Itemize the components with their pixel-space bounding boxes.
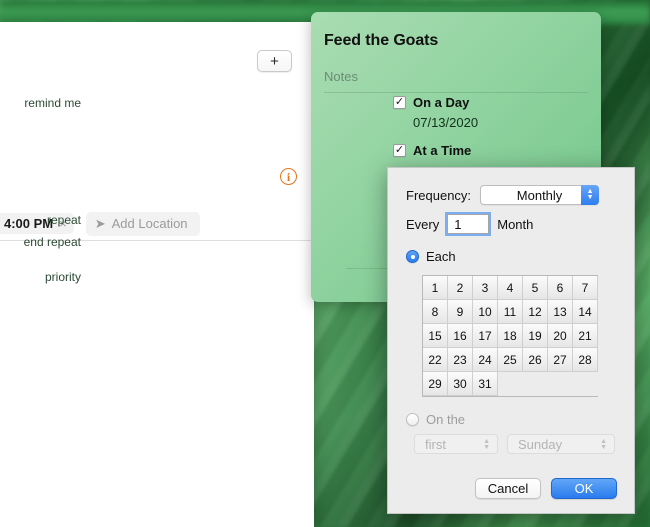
plus-icon: + (270, 52, 279, 70)
day-cell-empty (523, 372, 548, 396)
day-cell-1[interactable]: 1 (423, 276, 448, 300)
chevron-updown-icon: ▲ ▼ (483, 435, 490, 455)
day-cell-15[interactable]: 15 (423, 324, 448, 348)
on-the-radio-row[interactable]: On the (406, 412, 465, 427)
on-the-selects-row: first ▲ ▼ Sunday ▲ ▼ (414, 434, 615, 454)
day-cell-empty (573, 372, 598, 396)
reminders-toolbar: + (0, 22, 314, 72)
day-cell-28[interactable]: 28 (573, 348, 598, 372)
weekday-value: Sunday (518, 436, 563, 452)
info-badge-icon[interactable]: i (280, 168, 297, 185)
frequency-value: Monthly (516, 187, 563, 203)
day-cell-empty (498, 372, 523, 396)
day-of-month-grid[interactable]: 1 2 3 4 5 6 7 8 9 10 11 12 13 14 15 16 17 18 19 20 21 22 23 24 2… (422, 275, 598, 397)
at-a-time-checkbox[interactable]: ✓ (393, 144, 406, 157)
day-cell-7[interactable]: 7 (573, 276, 598, 300)
each-radio-row[interactable]: Each (406, 249, 456, 264)
frequency-label: Frequency: (406, 187, 472, 203)
ordinal-select[interactable]: first ▲ ▼ (414, 434, 498, 454)
day-cell-10[interactable]: 10 (473, 300, 498, 324)
at-a-time-row[interactable]: ✓ At a Time (393, 143, 471, 158)
day-cell-22[interactable]: 22 (423, 348, 448, 372)
interval-input[interactable]: 1 (445, 212, 492, 236)
day-cell-16[interactable]: 16 (448, 324, 473, 348)
weekday-select[interactable]: Sunday ▲ ▼ (507, 434, 615, 454)
desktop-root: + i 4:00 PM × ➤ Add Location Feed the Go… (0, 0, 650, 527)
label-repeat: repeat (46, 213, 81, 227)
reminder-title[interactable]: Feed the Goats (324, 32, 438, 50)
add-reminder-button[interactable]: + (257, 50, 292, 72)
day-cell-11[interactable]: 11 (498, 300, 523, 324)
day-cell-27[interactable]: 27 (548, 348, 573, 372)
day-cell-17[interactable]: 17 (473, 324, 498, 348)
frequency-row: Frequency: Monthly ▲ ▼ (406, 185, 600, 205)
popover-divider-top (324, 92, 588, 93)
at-a-time-label: At a Time (413, 143, 472, 158)
ok-button[interactable]: OK (551, 478, 617, 499)
day-cell-21[interactable]: 21 (573, 324, 598, 348)
day-cell-9[interactable]: 9 (448, 300, 473, 324)
day-cell-29[interactable]: 29 (423, 372, 448, 396)
on-the-label: On the (426, 412, 466, 427)
day-cell-26[interactable]: 26 (523, 348, 548, 372)
day-cell-12[interactable]: 12 (523, 300, 548, 324)
chevron-down-glyph: ▼ (483, 444, 490, 451)
cancel-button[interactable]: Cancel (475, 478, 541, 499)
interval-value: 1 (454, 216, 462, 232)
add-location-chip[interactable]: ➤ Add Location (85, 211, 200, 236)
day-cell-6[interactable]: 6 (548, 276, 573, 300)
interval-unit-label: Month (497, 216, 534, 232)
chevron-updown-icon[interactable]: ▲ ▼ (581, 185, 600, 205)
day-cell-25[interactable]: 25 (498, 348, 523, 372)
day-cell-23[interactable]: 23 (448, 348, 473, 372)
day-cell-5[interactable]: 5 (523, 276, 548, 300)
frequency-select[interactable]: Monthly ▲ ▼ (480, 185, 600, 205)
each-radio[interactable] (406, 250, 419, 263)
custom-repeat-dialog: Frequency: Monthly ▲ ▼ Every 1 Month Eac… (387, 167, 635, 514)
every-interval-row: Every 1 Month (406, 212, 534, 236)
cancel-label: Cancel (487, 481, 529, 496)
day-cell-3[interactable]: 3 (473, 276, 498, 300)
on-a-day-label: On a Day (413, 95, 470, 110)
dialog-buttons: Cancel OK (475, 478, 617, 499)
day-cell-8[interactable]: 8 (423, 300, 448, 324)
reminder-date-value[interactable]: 07/13/2020 (413, 115, 478, 130)
ordinal-value: first (425, 436, 446, 452)
each-label: Each (426, 249, 456, 264)
notes-field[interactable]: Notes (324, 69, 358, 84)
day-cell-30[interactable]: 30 (448, 372, 473, 396)
day-cell-24[interactable]: 24 (473, 348, 498, 372)
day-cell-4[interactable]: 4 (498, 276, 523, 300)
chevron-down-glyph: ▼ (600, 444, 607, 451)
on-a-day-checkbox[interactable]: ✓ (393, 96, 406, 109)
add-location-label: Add Location (111, 216, 188, 231)
every-label: Every (406, 216, 440, 232)
info-badge-label: i (286, 169, 291, 184)
day-cell-14[interactable]: 14 (573, 300, 598, 324)
checkmark-icon: ✓ (394, 144, 405, 156)
checkmark-icon: ✓ (394, 96, 405, 108)
label-remind-me: remind me (24, 96, 81, 110)
label-priority: priority (44, 270, 81, 284)
day-cell-19[interactable]: 19 (523, 324, 548, 348)
chevron-down-glyph: ▼ (586, 194, 594, 201)
chevron-updown-icon: ▲ ▼ (600, 435, 607, 455)
day-cell-18[interactable]: 18 (498, 324, 523, 348)
on-a-day-row[interactable]: ✓ On a Day (393, 95, 469, 110)
label-end-repeat: end repeat (23, 235, 81, 249)
day-cell-empty (548, 372, 573, 396)
location-arrow-icon: ➤ (94, 215, 106, 231)
day-cell-13[interactable]: 13 (548, 300, 573, 324)
day-cell-20[interactable]: 20 (548, 324, 573, 348)
day-cell-31[interactable]: 31 (473, 372, 498, 396)
ok-label: OK (574, 481, 594, 496)
on-the-radio[interactable] (406, 413, 419, 426)
day-cell-2[interactable]: 2 (448, 276, 473, 300)
